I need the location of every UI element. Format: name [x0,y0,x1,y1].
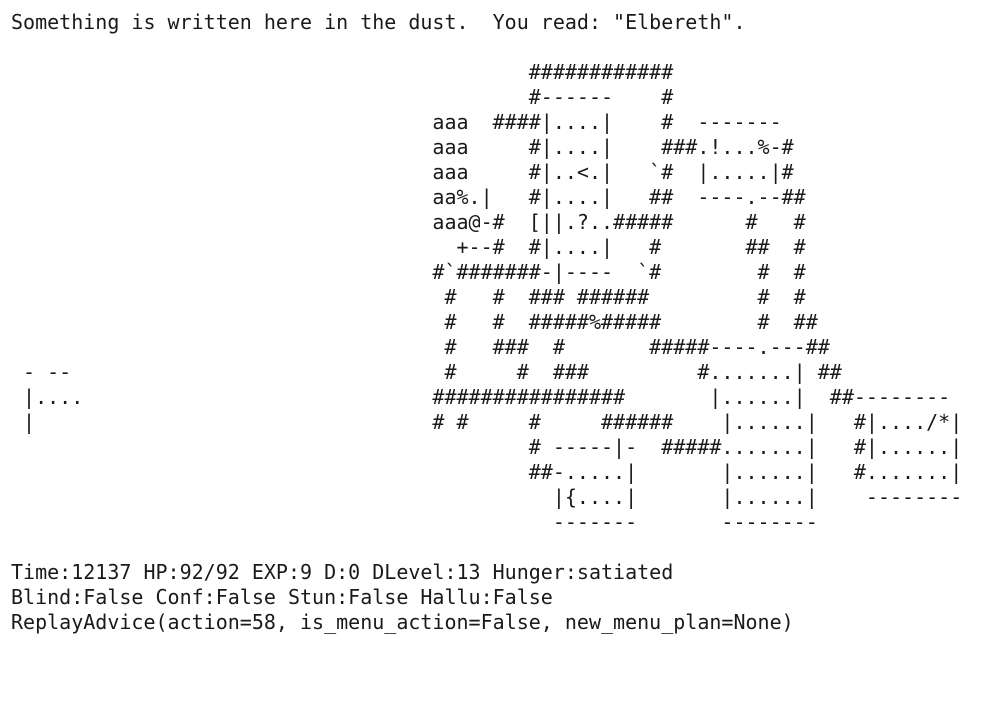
map-row: ##-.....| |......| #.......| [11,460,963,484]
map-row: ############ [11,60,674,84]
map-row: #------ # [11,85,674,109]
map-row: aaa #|..<.| `# |.....|# [11,160,794,184]
map-row [11,35,991,60]
map-row: aaa@-# [||.?..##### # # [11,210,806,234]
map-row: #`#######-|---- `# # # [11,260,806,284]
message-line: Something is written here in the dust. Y… [11,10,746,34]
map-row: # # ### ###### # # [11,285,806,309]
map-row: +--# #|....| # ## # [11,235,806,259]
status-line-replay-advice: ReplayAdvice(action=58, is_menu_action=F… [11,610,794,634]
map-row: | # # # ###### |......| #|..../*| [11,410,963,434]
map-row: - -- # # ### #.......| ## [11,360,842,384]
status-line-stats: Time:12137 HP:92/92 EXP:9 D:0 DLevel:13 … [11,560,674,584]
map-row: # -----|- #####.......| #|......| [11,435,963,459]
dungeon-map: ############ #------ # aaa ####|....| # … [11,35,991,560]
map-row: # ### # #####----.---## [11,335,830,359]
map-row: # # #####%##### # ## [11,310,818,334]
status-line-conditions: Blind:False Conf:False Stun:False Hallu:… [11,585,553,609]
map-row: |{....| |......| -------- [11,485,963,509]
map-row: |.... ################ |......| ##------… [11,385,951,409]
terminal-screen: Something is written here in the dust. Y… [11,10,991,635]
map-row [11,535,991,560]
map-row: aaa #|....| ###.!...%-# [11,135,794,159]
map-row: aa%.| #|....| ## ----.--## [11,185,806,209]
map-row: ------- -------- [11,510,818,534]
map-row: aaa ####|....| # ------- [11,110,782,134]
